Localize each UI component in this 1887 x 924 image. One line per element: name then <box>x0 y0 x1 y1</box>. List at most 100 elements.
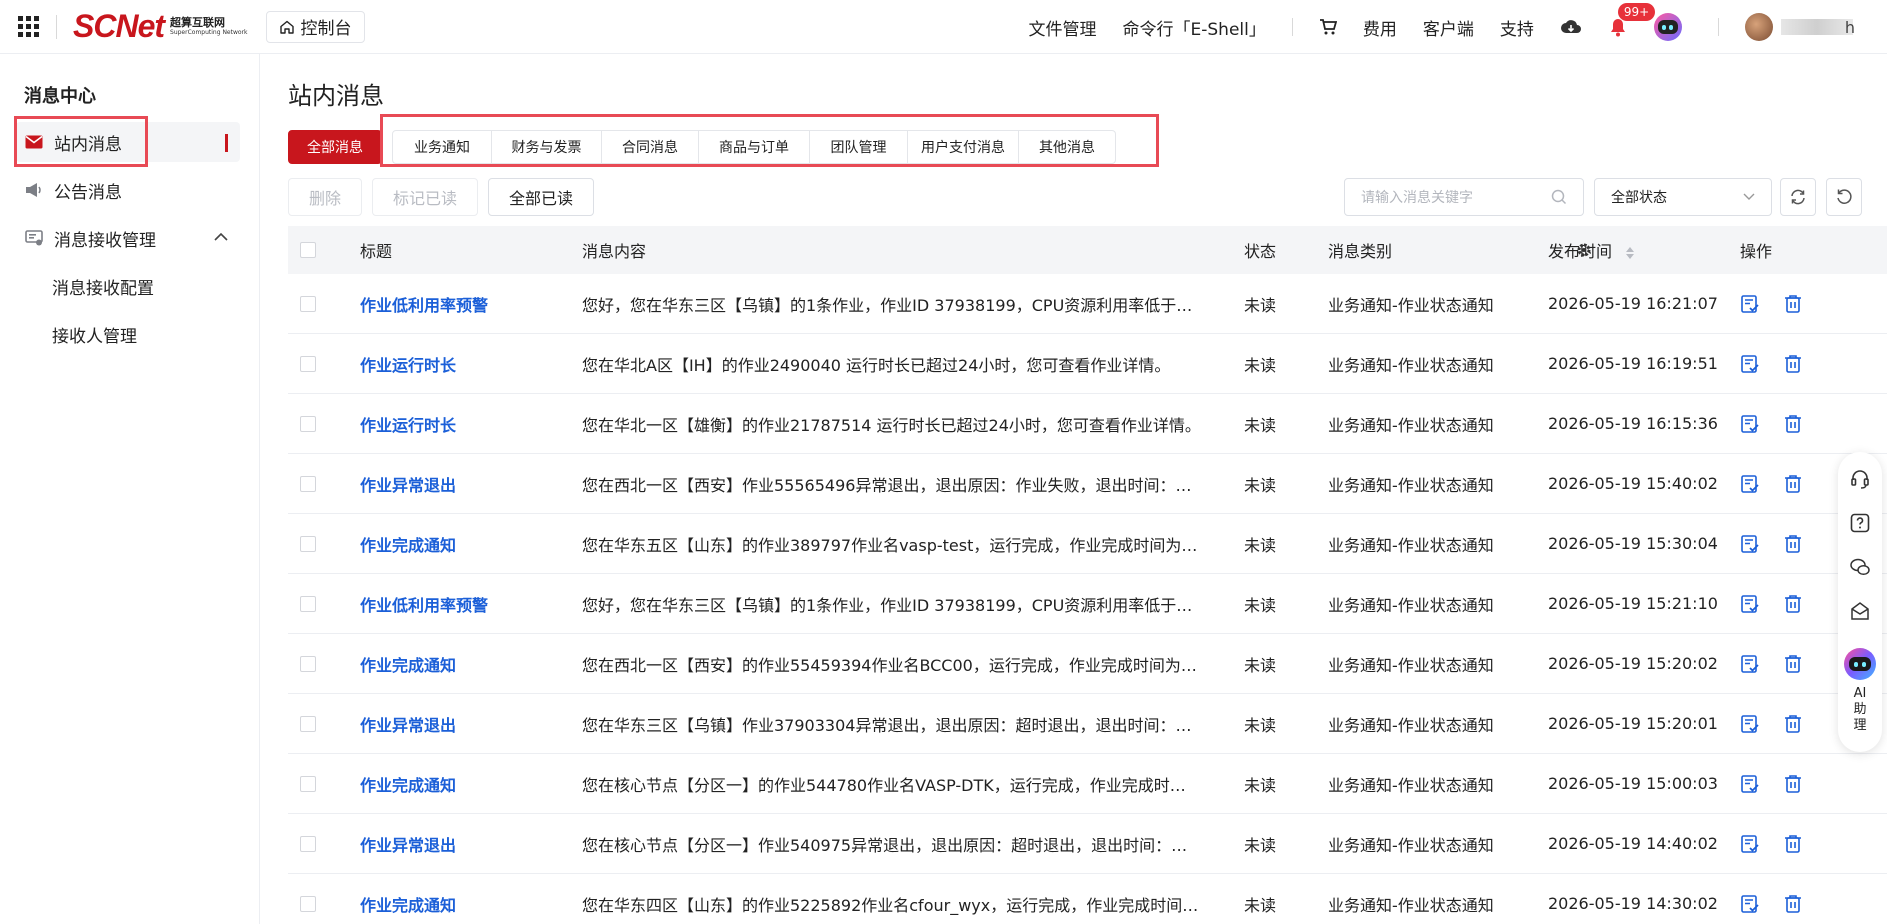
tab-orders[interactable]: 商品与订单 <box>699 130 810 164</box>
row-checkbox[interactable] <box>300 895 316 912</box>
trash-icon[interactable] <box>1784 534 1802 554</box>
search-icon[interactable] <box>1551 189 1567 205</box>
table-row[interactable]: 作业完成通知 您在华东五区【山东】的作业389797作业名vasp-test，运… <box>288 514 1887 574</box>
tab-payment[interactable]: 用户支付消息 <box>908 130 1019 164</box>
table-row[interactable]: 作业异常退出 您在核心节点【分区一】作业540975异常退出，退出原因：超时退出… <box>288 814 1887 874</box>
tab-team[interactable]: 团队管理 <box>810 130 908 164</box>
headset-icon[interactable] <box>1847 466 1873 492</box>
nav-support[interactable]: 支持 <box>1500 15 1534 40</box>
table-row[interactable]: 作业低利用率预警 您好，您在华东三区【乌镇】的1条作业，作业ID 3793819… <box>288 574 1887 634</box>
table-row[interactable]: 作业异常退出 您在西北一区【西安】作业55565496异常退出，退出原因：作业失… <box>288 454 1887 514</box>
help-icon[interactable] <box>1847 510 1873 536</box>
row-checkbox[interactable] <box>300 295 316 312</box>
trash-icon[interactable] <box>1784 594 1802 614</box>
trash-icon[interactable] <box>1784 294 1802 314</box>
mark-all-read-button[interactable]: 全部已读 <box>488 178 595 216</box>
trash-icon[interactable] <box>1784 354 1802 374</box>
select-all-checkbox[interactable] <box>300 242 316 258</box>
delete-button[interactable]: 删除 <box>288 178 363 216</box>
sidebar-subitem-recipient-management[interactable]: 接收人管理 <box>52 322 137 347</box>
mark-read-icon[interactable] <box>1740 294 1760 314</box>
wechat-icon[interactable] <box>1847 554 1873 580</box>
cart-icon[interactable] <box>1319 18 1337 36</box>
message-title-link[interactable]: 作业异常退出 <box>360 476 456 495</box>
table-row[interactable]: 作业运行时长 您在华北A区【IH】的作业2490040 运行时长已超过24小时，… <box>288 334 1887 394</box>
message-title-link[interactable]: 作业低利用率预警 <box>360 596 488 615</box>
mark-read-icon[interactable] <box>1740 654 1760 674</box>
mark-read-icon[interactable] <box>1740 894 1760 914</box>
trash-icon[interactable] <box>1784 774 1802 794</box>
mark-read-icon[interactable] <box>1740 714 1760 734</box>
table-row[interactable]: 作业完成通知 您在核心节点【分区一】的作业544780作业名VASP-DTK，运… <box>288 754 1887 814</box>
mark-read-button[interactable]: 标记已读 <box>372 178 479 216</box>
ai-assistant-icon[interactable] <box>1844 648 1876 680</box>
feedback-mail-icon[interactable] <box>1847 598 1873 624</box>
trash-icon[interactable] <box>1784 474 1802 494</box>
status-filter-select[interactable]: 全部状态 <box>1594 178 1772 216</box>
refresh-button[interactable] <box>1780 178 1816 216</box>
tab-finance[interactable]: 财务与发票 <box>492 130 602 164</box>
trash-icon[interactable] <box>1784 414 1802 434</box>
sidebar-subitem-receive-config[interactable]: 消息接收配置 <box>52 274 154 299</box>
nav-file-management[interactable]: 文件管理 <box>1029 15 1097 40</box>
message-title-link[interactable]: 作业完成通知 <box>360 656 456 675</box>
sidebar-item-announcements[interactable]: 公告消息 <box>16 170 240 210</box>
message-title-link[interactable]: 作业异常退出 <box>360 716 456 735</box>
sort-icon[interactable] <box>1625 246 1635 260</box>
nav-client[interactable]: 客户端 <box>1423 15 1474 40</box>
bell-icon[interactable]: 99+ <box>1608 3 1656 37</box>
tab-all[interactable]: 全部消息 <box>288 130 382 164</box>
sidebar-item-inbox[interactable]: 站内消息 <box>16 122 240 162</box>
table-row[interactable]: 作业运行时长 您在华北一区【雄衡】的作业21787514 运行时长已超过24小时… <box>288 394 1887 454</box>
message-category: 业务通知-作业状态通知 <box>1328 475 1494 495</box>
console-button[interactable]: 控制台 <box>265 10 365 43</box>
row-checkbox[interactable] <box>300 595 316 612</box>
row-checkbox[interactable] <box>300 775 316 792</box>
search-input[interactable]: 请输入消息关键字 <box>1344 178 1584 216</box>
message-title-link[interactable]: 作业运行时长 <box>360 416 456 435</box>
message-title-link[interactable]: 作业运行时长 <box>360 356 456 375</box>
tab-contract[interactable]: 合同消息 <box>602 130 699 164</box>
table-row[interactable]: 作业异常退出 您在华东三区【乌镇】作业37903304异常退出，退出原因：超时退… <box>288 694 1887 754</box>
column-settings-gear-icon[interactable] <box>1576 242 1592 258</box>
trash-icon[interactable] <box>1784 654 1802 674</box>
ai-assistant-label[interactable]: AI助理 <box>1853 686 1867 734</box>
nav-eshell[interactable]: 命令行「E-Shell」 <box>1123 15 1266 40</box>
sidebar-item-receive-management[interactable]: 消息接收管理 <box>16 218 240 258</box>
row-checkbox[interactable] <box>300 415 316 432</box>
logo[interactable]: SCNet 超算互联网 SuperComputing Network <box>73 8 248 45</box>
message-title-link[interactable]: 作业异常退出 <box>360 836 456 855</box>
table-row[interactable]: 作业完成通知 您在华东四区【山东】的作业5225892作业名cfour_wyx，… <box>288 874 1887 924</box>
mark-read-icon[interactable] <box>1740 414 1760 434</box>
nav-fee[interactable]: 费用 <box>1363 15 1397 40</box>
trash-icon[interactable] <box>1784 894 1802 914</box>
message-title-link[interactable]: 作业完成通知 <box>360 896 456 915</box>
row-checkbox[interactable] <box>300 715 316 732</box>
mark-read-icon[interactable] <box>1740 534 1760 554</box>
ai-robot-icon[interactable] <box>1653 13 1682 41</box>
tab-other[interactable]: 其他消息 <box>1019 130 1116 164</box>
mark-read-icon[interactable] <box>1740 354 1760 374</box>
row-checkbox[interactable] <box>300 835 316 852</box>
trash-icon[interactable] <box>1784 834 1802 854</box>
row-checkbox[interactable] <box>300 535 316 552</box>
message-title-link[interactable]: 作业低利用率预警 <box>360 296 488 315</box>
row-checkbox[interactable] <box>300 655 316 672</box>
app-grid-icon[interactable] <box>18 15 40 38</box>
table-row[interactable]: 作业低利用率预警 您好，您在华东三区【乌镇】的1条作业，作业ID 3793819… <box>288 274 1887 334</box>
mark-read-icon[interactable] <box>1740 774 1760 794</box>
reset-button[interactable] <box>1826 178 1862 216</box>
row-checkbox[interactable] <box>300 475 316 492</box>
tab-business[interactable]: 业务通知 <box>392 130 492 164</box>
message-title-link[interactable]: 作业完成通知 <box>360 536 456 555</box>
trash-icon[interactable] <box>1784 714 1802 734</box>
cloud-download-icon[interactable] <box>1560 18 1582 36</box>
row-checkbox[interactable] <box>300 355 316 372</box>
chevron-up-icon[interactable] <box>214 232 228 242</box>
mark-read-icon[interactable] <box>1740 474 1760 494</box>
message-title-link[interactable]: 作业完成通知 <box>360 776 456 795</box>
table-row[interactable]: 作业完成通知 您在西北一区【西安】的作业55459394作业名BCC00，运行完… <box>288 634 1887 694</box>
mark-read-icon[interactable] <box>1740 834 1760 854</box>
mark-read-icon[interactable] <box>1740 594 1760 614</box>
user-menu[interactable]: h <box>1744 13 1855 41</box>
